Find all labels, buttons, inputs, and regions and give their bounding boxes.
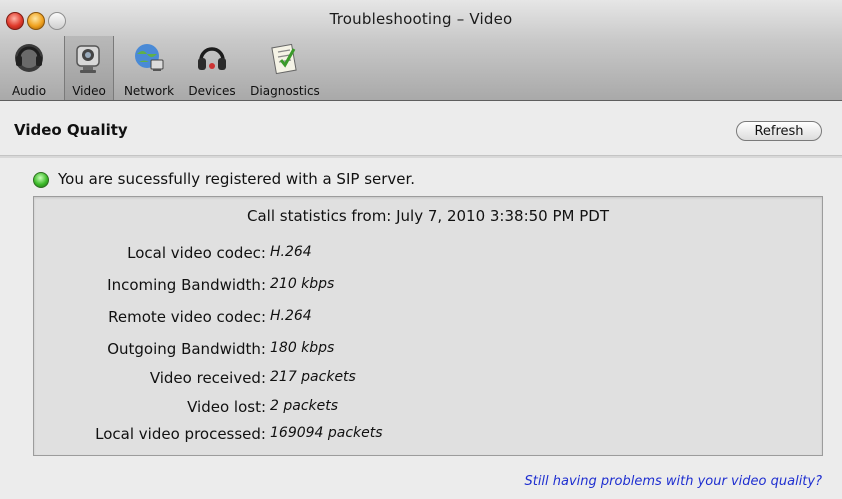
divider: [0, 155, 842, 158]
tab-devices[interactable]: Devices: [182, 36, 242, 100]
tab-audio[interactable]: Audio: [4, 36, 54, 100]
stat-label: Local video processed:: [95, 425, 266, 443]
tab-diagnostics[interactable]: Diagnostics: [244, 36, 326, 100]
stat-row: Incoming Bandwidth: 210 kbps: [34, 276, 822, 298]
section-title: Video Quality: [14, 121, 128, 139]
stat-row: Video received: 217 packets: [34, 369, 822, 391]
stat-value: 2 packets: [270, 398, 339, 414]
stat-label: Remote video codec:: [108, 308, 266, 326]
stat-label: Outgoing Bandwidth:: [107, 340, 266, 358]
tab-network[interactable]: Network: [118, 36, 180, 100]
stat-row: Remote video codec: H.264: [34, 308, 822, 330]
toolbar: Audio Video Network Devices Diagnostics: [0, 36, 842, 100]
video-icon: [76, 45, 100, 73]
refresh-button[interactable]: Refresh: [736, 121, 822, 141]
stat-value: 217 packets: [270, 369, 356, 385]
video-quality-help-link[interactable]: Still having problems with your video qu…: [524, 474, 822, 489]
stat-row: Video lost: 2 packets: [34, 398, 822, 420]
tab-diagnostics-label: Diagnostics: [250, 84, 320, 98]
stat-value: 169094 packets: [270, 425, 383, 441]
title-bar: Troubleshooting – Video: [0, 0, 842, 40]
tab-network-label: Network: [123, 84, 175, 98]
tab-video-label: Video: [72, 84, 106, 98]
stat-row: Outgoing Bandwidth: 180 kbps: [34, 340, 822, 362]
window-chrome: Troubleshooting – Video Audio Video Netw…: [0, 0, 842, 101]
stat-row: Local video processed: 169094 packets: [34, 425, 822, 447]
stat-value: H.264: [270, 308, 312, 324]
stat-label: Video received:: [149, 369, 266, 387]
status-indicator-icon: [33, 172, 49, 188]
troubleshooting-window: Troubleshooting – Video Audio Video Netw…: [0, 0, 842, 499]
headset-icon: [15, 44, 43, 72]
stat-value: 210 kbps: [270, 276, 335, 292]
stat-value: H.264: [270, 244, 312, 260]
registration-status-text: You are sucessfully registered with a SI…: [58, 170, 416, 188]
tab-devices-label: Devices: [188, 84, 236, 98]
diagnostics-icon: [271, 43, 297, 75]
tab-audio-label: Audio: [11, 84, 47, 98]
headphones-icon: [198, 47, 226, 70]
stat-label: Video lost:: [187, 398, 266, 416]
stat-label: Local video codec:: [127, 244, 266, 262]
stat-row: Local video codec: H.264: [34, 244, 822, 266]
window-title: Troubleshooting – Video: [329, 10, 513, 28]
tab-video[interactable]: Video: [64, 36, 114, 100]
stat-value: 180 kbps: [270, 340, 335, 356]
call-statistics-header: Call statistics from: July 7, 2010 3:38:…: [247, 207, 609, 225]
call-statistics-panel: Call statistics from: July 7, 2010 3:38:…: [33, 196, 823, 456]
network-icon: [135, 44, 164, 71]
stat-label: Incoming Bandwidth:: [107, 276, 266, 294]
